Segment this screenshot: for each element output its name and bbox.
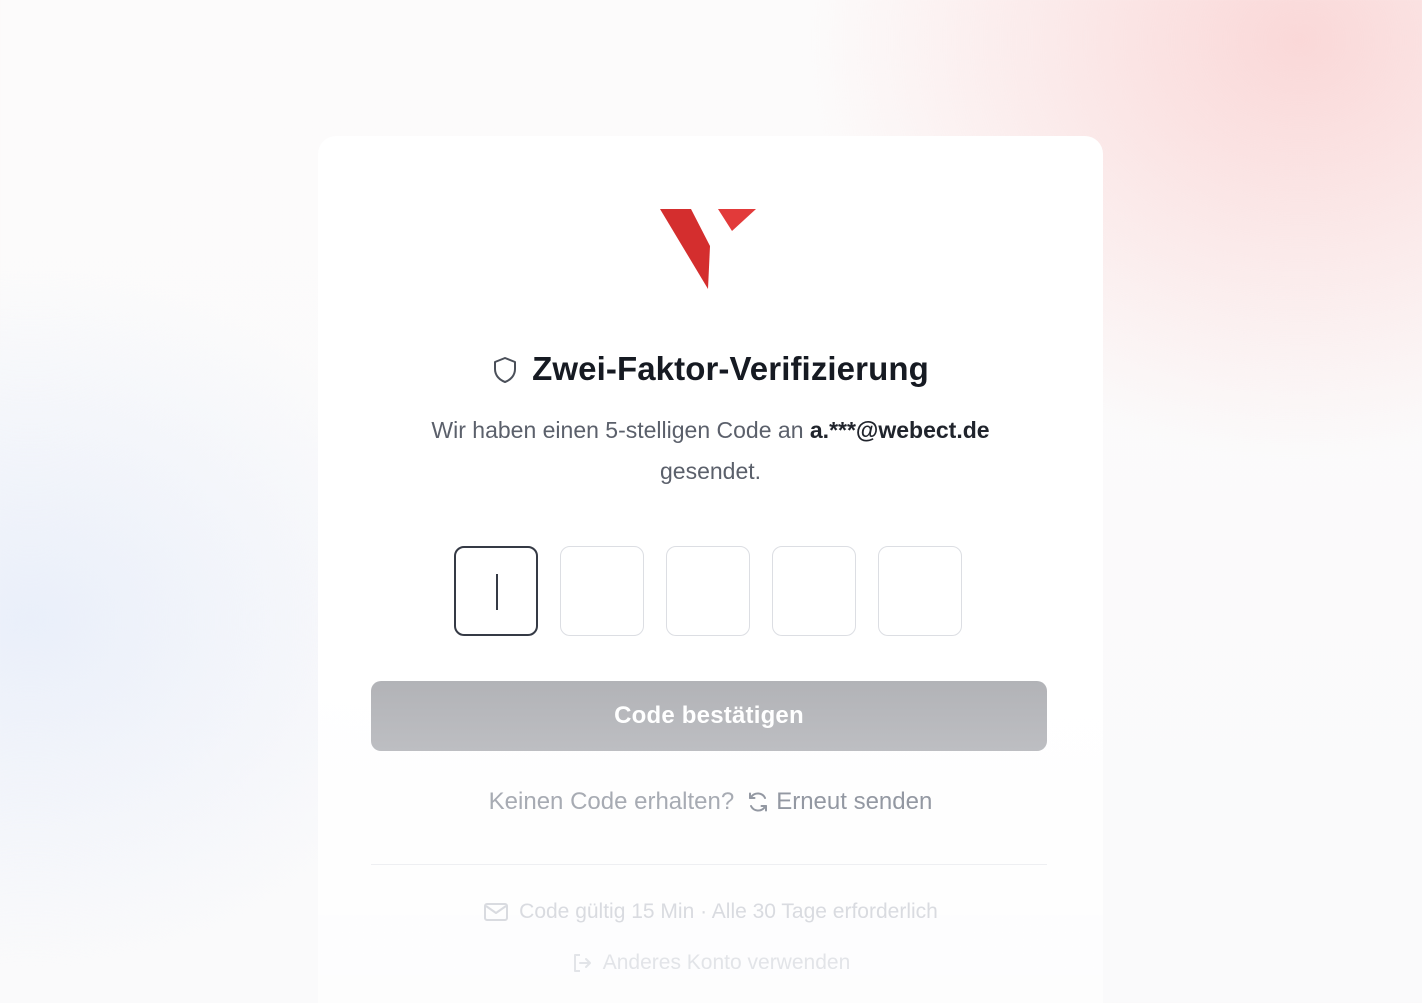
code-validity-info: Code gültig 15 Min · Alle 30 Tage erford… [318,900,1103,924]
otp-digit-1[interactable] [454,546,538,636]
text-caret [496,574,498,610]
code-sent-message: Wir haben einen 5-stelligen Code an a.**… [378,410,1043,492]
divider [371,864,1047,865]
refresh-icon [749,792,768,812]
mail-icon [484,903,509,921]
resend-label: Erneut senden [776,788,933,815]
page-title: Zwei-Faktor-Verifizierung [532,350,929,387]
message-suffix: gesendet. [659,458,762,484]
otp-digit-5[interactable] [878,546,962,636]
brand-logo [660,209,756,289]
otp-input-group [454,546,962,636]
message-prefix: Wir haben einen 5-stelligen Code an [431,417,810,443]
logout-icon [573,954,591,972]
switch-account-link[interactable]: Anderes Konto verwenden [318,951,1103,975]
confirm-code-button[interactable]: Code bestätigen [371,681,1047,751]
title-row: Zwei-Faktor-Verifizierung [318,350,1103,388]
otp-digit-4[interactable] [772,546,856,636]
otp-digit-3[interactable] [666,546,750,636]
masked-email: a.***@webect.de [809,417,990,443]
switch-account-label: Anderes Konto verwenden [602,951,851,974]
otp-digit-2[interactable] [560,546,644,636]
shield-icon [494,357,517,383]
resend-code-link[interactable]: Erneut senden [746,788,932,816]
verification-card: Zwei-Faktor-Verifizierung Wir haben eine… [318,136,1103,1003]
resend-question: Keinen Code erhalten? [488,788,735,815]
resend-row: Keinen Code erhalten? Erneut senden [318,788,1103,816]
validity-text: Code gültig 15 Min · Alle 30 Tage erford… [519,900,938,923]
